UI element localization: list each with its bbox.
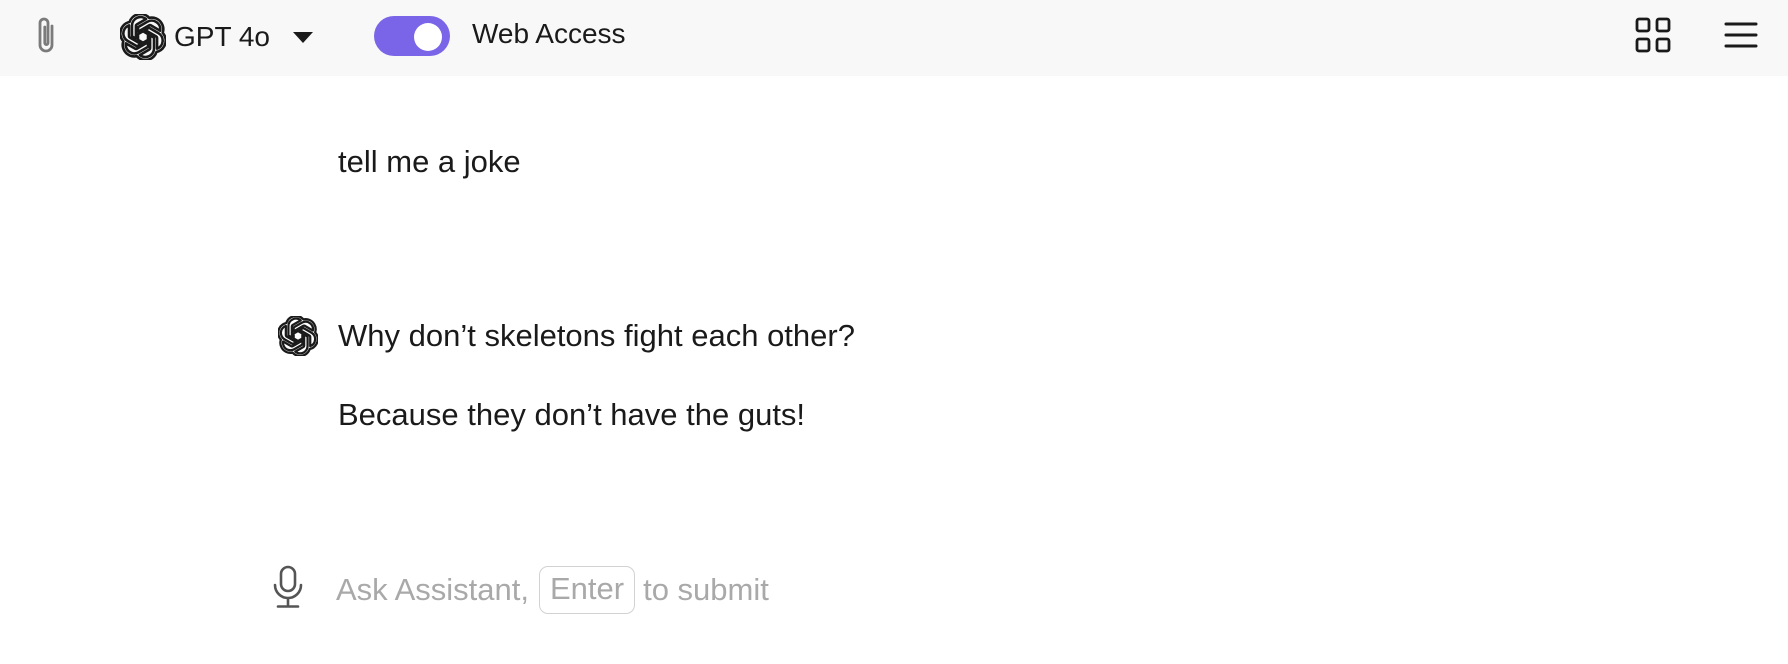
toggle-knob	[414, 23, 442, 51]
grid-view-button[interactable]	[1630, 14, 1676, 60]
attach-file-button[interactable]	[26, 14, 68, 60]
grid-icon	[1635, 17, 1671, 58]
menu-button[interactable]	[1718, 14, 1764, 60]
model-name: GPT 4o	[174, 21, 270, 52]
microphone-icon	[271, 565, 305, 614]
caret-down-icon[interactable]	[292, 30, 314, 44]
microphone-button[interactable]	[268, 564, 308, 614]
model-selector[interactable]: GPT 4o	[118, 10, 314, 64]
top-bar: GPT 4o Web Access	[0, 0, 1788, 76]
web-access-toggle[interactable]	[374, 16, 450, 56]
hamburger-menu-icon	[1724, 21, 1758, 54]
assistant-message-line: Because they don’t have the guts!	[338, 397, 806, 432]
enter-key-hint: Enter	[538, 566, 636, 614]
prompt-input[interactable]: Ask Assistant, Enter to submit	[336, 564, 1436, 616]
web-access-label: Web Access	[472, 18, 626, 49]
placeholder-suffix: to submit	[643, 572, 769, 607]
assistant-message-line: Why don’t skeletons fight each other?	[338, 318, 855, 353]
placeholder-prefix: Ask Assistant,	[336, 572, 529, 607]
user-message: tell me a joke	[338, 144, 521, 179]
openai-logo-icon	[118, 12, 168, 62]
openai-logo-icon	[276, 314, 320, 358]
paperclip-icon	[32, 14, 62, 61]
